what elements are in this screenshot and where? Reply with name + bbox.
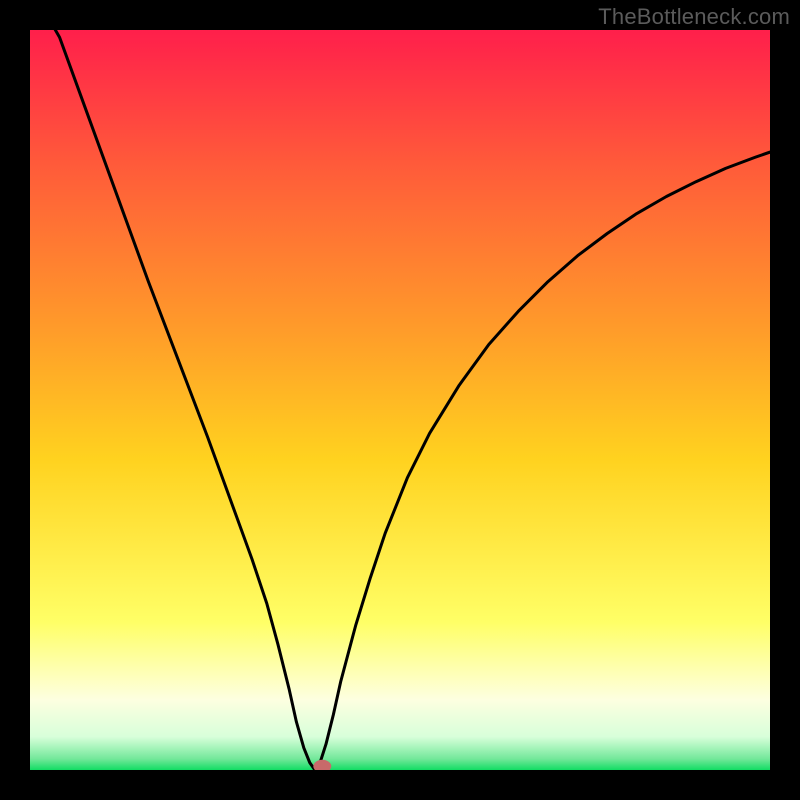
chart-svg (30, 30, 770, 770)
gradient-background (30, 30, 770, 770)
chart-frame: TheBottleneck.com (0, 0, 800, 800)
plot-area (30, 30, 770, 770)
watermark-text: TheBottleneck.com (598, 4, 790, 30)
